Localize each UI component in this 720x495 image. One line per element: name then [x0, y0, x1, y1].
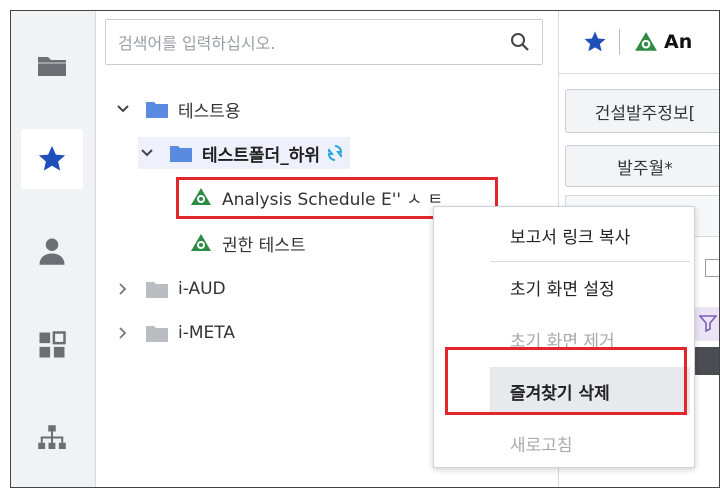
- user-icon: [39, 238, 65, 265]
- menu-item-copy-link[interactable]: 보고서 링크 복사: [434, 211, 694, 259]
- highlight-box: [445, 347, 687, 415]
- tree-item-i-meta[interactable]: i-META: [114, 317, 235, 349]
- rail-dashboard-button[interactable]: [21, 315, 83, 375]
- icon-rail: [11, 11, 96, 487]
- menu-item-set-initial-screen[interactable]: 초기 화면 설정: [434, 263, 694, 311]
- context-menu: 보고서 링크 복사 초기 화면 설정 초기 화면 제거 즐겨찾기 삭제 새로고침: [433, 206, 695, 468]
- tree-item-permission-test[interactable]: 권한 테스트: [190, 227, 306, 259]
- rail-user-button[interactable]: [21, 221, 83, 281]
- menu-item-label: 새로고침: [510, 435, 573, 456]
- dashboard-icon: [39, 331, 66, 358]
- report-icon: [190, 233, 212, 253]
- chevron-right-icon[interactable]: [114, 327, 132, 339]
- chevron-down-icon[interactable]: [114, 105, 132, 113]
- search-icon[interactable]: [510, 32, 530, 52]
- folder-icon: [38, 57, 66, 76]
- chevron-down-icon[interactable]: [138, 149, 156, 157]
- checkbox[interactable]: [705, 259, 719, 277]
- filter-button-construction[interactable]: 건설발주정보[: [565, 89, 719, 133]
- tree-item-label: i-AUD: [178, 279, 226, 299]
- chevron-right-icon[interactable]: [114, 283, 132, 295]
- folder-icon: [146, 100, 168, 118]
- star-icon: [38, 145, 66, 171]
- search-input[interactable]: [116, 20, 500, 66]
- rail-folder-button[interactable]: [21, 35, 83, 95]
- tree-item-label: 테스트용: [178, 101, 241, 122]
- tree-item-label: i-META: [178, 323, 235, 343]
- tree-item-label: 테스트폴더_하위: [202, 145, 320, 166]
- search-box: [105, 19, 543, 66]
- star-icon[interactable]: [583, 30, 607, 54]
- tree-item-label: 권한 테스트: [222, 235, 306, 256]
- tree-item-subfolder[interactable]: 테스트폴더_하위: [138, 137, 350, 169]
- rail-favorites-button[interactable]: [21, 129, 83, 189]
- folder-icon: [170, 144, 192, 162]
- menu-item-label: 보고서 링크 복사: [510, 227, 631, 248]
- menu-divider: [490, 261, 690, 262]
- org-chart-icon: [38, 425, 66, 449]
- filter-button-month[interactable]: 발주월*: [565, 145, 719, 187]
- menu-item-refresh: 새로고침: [434, 419, 694, 467]
- folder-icon: [146, 280, 168, 298]
- divider: [619, 29, 620, 55]
- folder-icon: [146, 324, 168, 342]
- tree-item-test[interactable]: 테스트용: [114, 93, 241, 125]
- report-title: An: [664, 31, 693, 53]
- sync-icon: [327, 145, 342, 161]
- filter-icon[interactable]: [699, 314, 717, 332]
- rail-org-button[interactable]: [21, 409, 83, 469]
- report-header: An: [559, 11, 719, 74]
- app-window: 테스트용 테스트폴더_하위 Analysis Schedule E'' ㅅ ㅌ …: [10, 10, 720, 488]
- menu-item-label: 초기 화면 설정: [510, 279, 615, 300]
- report-icon: [634, 31, 658, 53]
- tree-item-i-aud[interactable]: i-AUD: [114, 273, 226, 305]
